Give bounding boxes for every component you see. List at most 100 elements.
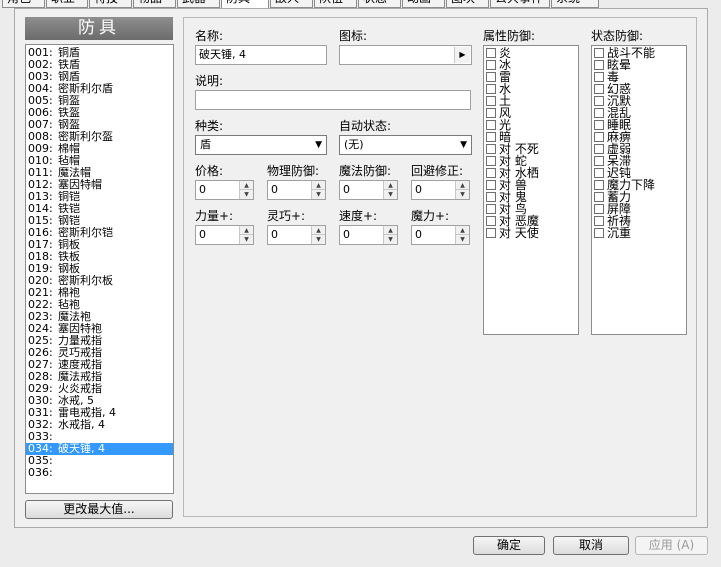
name-field[interactable]: 破天锤, 4 (195, 45, 327, 65)
up-arrow-icon[interactable]: ▲ (456, 181, 469, 190)
list-item[interactable]: 026: 灵巧戒指 (26, 347, 173, 359)
kind-dropdown[interactable]: 盾 ▼ (195, 135, 327, 155)
checkbox[interactable] (486, 180, 496, 190)
list-item[interactable]: 023: 魔法袍 (26, 311, 173, 323)
element-defense-row[interactable]: 对 天使 (486, 227, 576, 239)
list-item[interactable]: 007: 钢盔 (26, 119, 173, 131)
list-item[interactable]: 005: 铜盔 (26, 95, 173, 107)
checkbox[interactable] (594, 72, 604, 82)
checkbox[interactable] (486, 204, 496, 214)
tab-7[interactable]: 队伍 (314, 0, 357, 8)
list-item[interactable]: 028: 魔法戒指 (26, 371, 173, 383)
tab-4[interactable]: 武器 (177, 0, 220, 8)
list-item[interactable]: 017: 铜板 (26, 239, 173, 251)
checkbox[interactable] (594, 60, 604, 70)
stepper-arrows[interactable]: ▲ ▼ (311, 226, 325, 244)
stepper-arrows[interactable]: ▲ ▼ (383, 181, 397, 199)
tab-2[interactable]: 特技 (89, 0, 132, 8)
tab-11[interactable]: 公共事件 (490, 0, 550, 8)
down-arrow-icon[interactable]: ▼ (384, 190, 397, 199)
list-item[interactable]: 030: 冰戒, 5 (26, 395, 173, 407)
icon-browse-button[interactable]: ▶ (454, 47, 470, 63)
checkbox[interactable] (486, 60, 496, 70)
stepper-arrows[interactable]: ▲ ▼ (455, 181, 469, 199)
checkbox[interactable] (594, 204, 604, 214)
list-item[interactable]: 031: 雷电戒指, 4 (26, 407, 173, 419)
list-item[interactable]: 025: 力量戒指 (26, 335, 173, 347)
change-max-button[interactable]: 更改最大值... (25, 500, 173, 519)
eva-stepper[interactable]: 0 ▲ ▼ (411, 180, 470, 200)
checkbox[interactable] (486, 228, 496, 238)
checkbox[interactable] (594, 120, 604, 130)
armor-list[interactable]: 001: 铜盾 002: 铁盾 003: 钢盾 004: 密斯利尔盾 005: 铜盔 006: 铁盔 0… (25, 44, 174, 494)
pdef-stepper[interactable]: 0 ▲ ▼ (267, 180, 326, 200)
apply-button[interactable]: 应用 (A) (635, 536, 708, 555)
list-item[interactable]: 018: 铁板 (26, 251, 173, 263)
checkbox[interactable] (594, 156, 604, 166)
down-arrow-icon[interactable]: ▼ (240, 235, 253, 244)
list-item[interactable]: 012: 塞因特帽 (26, 179, 173, 191)
checkbox[interactable] (594, 48, 604, 58)
checkbox[interactable] (486, 216, 496, 226)
up-arrow-icon[interactable]: ▲ (240, 181, 253, 190)
checkbox[interactable] (594, 168, 604, 178)
list-item[interactable]: 027: 速度戒指 (26, 359, 173, 371)
ok-button[interactable]: 确定 (473, 536, 545, 555)
list-item[interactable]: 020: 密斯利尔板 (26, 275, 173, 287)
list-item[interactable]: 004: 密斯利尔盾 (26, 83, 173, 95)
down-arrow-icon[interactable]: ▼ (312, 190, 325, 199)
list-item[interactable]: 035: (26, 455, 173, 467)
list-item[interactable]: 021: 棉袍 (26, 287, 173, 299)
list-item[interactable]: 011: 魔法帽 (26, 167, 173, 179)
checkbox[interactable] (594, 192, 604, 202)
list-item[interactable]: 002: 铁盾 (26, 59, 173, 71)
stepper-arrows[interactable]: ▲ ▼ (383, 226, 397, 244)
checkbox[interactable] (486, 156, 496, 166)
icon-field[interactable]: ▶ (339, 45, 472, 65)
down-arrow-icon[interactable]: ▼ (456, 190, 469, 199)
auto-state-dropdown[interactable]: (无) ▼ (339, 135, 472, 155)
list-item[interactable]: 013: 铜铠 (26, 191, 173, 203)
up-arrow-icon[interactable]: ▲ (384, 226, 397, 235)
checkbox[interactable] (486, 120, 496, 130)
tab-0[interactable]: 角色 (2, 0, 45, 8)
list-item[interactable]: 022: 毡袍 (26, 299, 173, 311)
up-arrow-icon[interactable]: ▲ (312, 181, 325, 190)
list-item[interactable]: 024: 塞因特袍 (26, 323, 173, 335)
list-item[interactable]: 008: 密斯利尔盔 (26, 131, 173, 143)
checkbox[interactable] (594, 144, 604, 154)
tab-3[interactable]: 物品 (133, 0, 176, 8)
up-arrow-icon[interactable]: ▲ (240, 226, 253, 235)
list-item[interactable]: 034: 破天锤, 4 (26, 443, 173, 455)
checkbox[interactable] (486, 96, 496, 106)
checkbox[interactable] (594, 108, 604, 118)
up-arrow-icon[interactable]: ▲ (384, 181, 397, 190)
checkbox[interactable] (486, 132, 496, 142)
tab-10[interactable]: 图块 (446, 0, 489, 8)
list-item[interactable]: 036: (26, 467, 173, 479)
checkbox[interactable] (486, 192, 496, 202)
tab-9[interactable]: 动画 (402, 0, 445, 8)
down-arrow-icon[interactable]: ▼ (240, 190, 253, 199)
list-item[interactable]: 033: (26, 431, 173, 443)
tab-8[interactable]: 状态 (358, 0, 401, 8)
stepper-arrows[interactable]: ▲ ▼ (239, 181, 253, 199)
state-defense-row[interactable]: 沉重 (594, 227, 684, 239)
list-item[interactable]: 015: 钢铠 (26, 215, 173, 227)
stepper-arrows[interactable]: ▲ ▼ (311, 181, 325, 199)
list-item[interactable]: 016: 密斯利尔铠 (26, 227, 173, 239)
description-field[interactable] (195, 90, 471, 110)
down-arrow-icon[interactable]: ▼ (384, 235, 397, 244)
checkbox[interactable] (594, 96, 604, 106)
up-arrow-icon[interactable]: ▲ (312, 226, 325, 235)
int-stepper[interactable]: 0 ▲ ▼ (411, 225, 470, 245)
down-arrow-icon[interactable]: ▼ (312, 235, 325, 244)
dex-stepper[interactable]: 0 ▲ ▼ (267, 225, 326, 245)
tab-1[interactable]: 职业 (46, 0, 88, 8)
list-item[interactable]: 032: 水戒指, 4 (26, 419, 173, 431)
list-item[interactable]: 010: 毡帽 (26, 155, 173, 167)
checkbox[interactable] (486, 168, 496, 178)
cancel-button[interactable]: 取消 (553, 536, 629, 555)
up-arrow-icon[interactable]: ▲ (456, 226, 469, 235)
mdef-stepper[interactable]: 0 ▲ ▼ (339, 180, 398, 200)
